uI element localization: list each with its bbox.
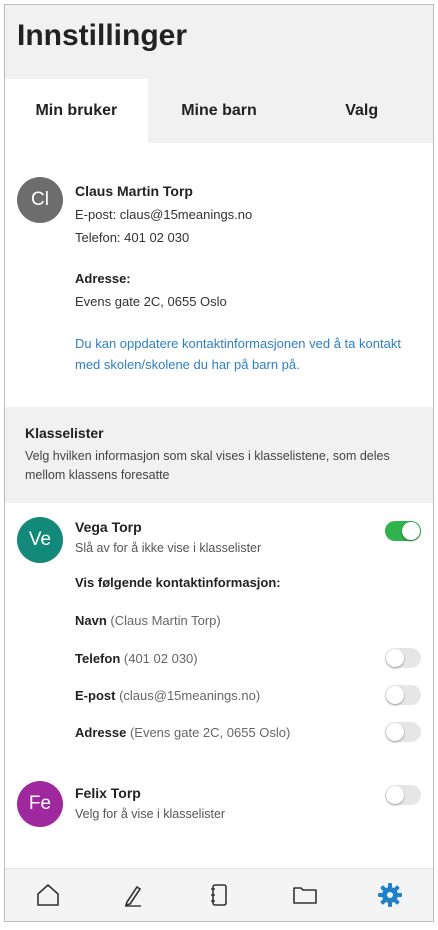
home-icon bbox=[36, 884, 59, 906]
child-subtitle: Velg for å vise i klasselister bbox=[75, 807, 226, 821]
adresse-toggle[interactable] bbox=[385, 722, 421, 742]
nav-settings[interactable] bbox=[370, 875, 410, 915]
klasselister-description: Velg hvilken informasjon som skal vises … bbox=[25, 449, 390, 482]
contact-info-title: Vis følgende kontaktinformasjon: bbox=[75, 575, 281, 590]
avatar: Ve bbox=[17, 517, 63, 563]
nav-home[interactable] bbox=[28, 875, 68, 915]
nav-notebook[interactable] bbox=[199, 875, 239, 915]
klasselister-title: Klasselister bbox=[25, 425, 104, 441]
tab-bar: Min bruker Mine barn Valg bbox=[5, 79, 433, 143]
klasselister-header: Klasselister Velg hvilken informasjon so… bbox=[5, 407, 433, 503]
field-label: Telefon bbox=[75, 651, 121, 666]
profile-name: Claus Martin Torp bbox=[75, 183, 193, 199]
tab-min-bruker[interactable]: Min bruker bbox=[5, 79, 148, 143]
nav-folder[interactable] bbox=[285, 875, 325, 915]
header: Innstillinger Min bruker Mine barn Valg bbox=[5, 5, 433, 143]
epost-toggle[interactable] bbox=[385, 685, 421, 705]
address-label: Adresse: bbox=[75, 271, 131, 286]
tab-mine-barn[interactable]: Mine barn bbox=[148, 79, 291, 143]
field-telefon: Telefon (401 02 030) bbox=[75, 651, 198, 666]
tab-valg[interactable]: Valg bbox=[290, 79, 433, 143]
child-name: Felix Torp bbox=[75, 785, 141, 801]
profile-section: Cl Claus Martin Torp E-post: claus@15mea… bbox=[5, 143, 433, 407]
field-value: (Claus Martin Torp) bbox=[110, 613, 221, 628]
toggle-knob bbox=[386, 723, 404, 741]
settings-screen: Innstillinger Min bruker Mine barn Valg … bbox=[4, 4, 434, 922]
child-subtitle: Slå av for å ikke vise i klasselister bbox=[75, 541, 262, 555]
visibility-toggle[interactable] bbox=[385, 785, 421, 805]
field-epost: E-post (claus@15meanings.no) bbox=[75, 688, 260, 703]
update-contact-info-link[interactable]: Du kan oppdatere kontaktinformasjonen ve… bbox=[75, 333, 415, 375]
toggle-knob bbox=[386, 649, 404, 667]
notebook-icon bbox=[210, 884, 227, 906]
profile-phone: Telefon: 401 02 030 bbox=[75, 230, 190, 245]
avatar: Cl bbox=[17, 177, 63, 223]
field-adresse: Adresse (Evens gate 2C, 0655 Oslo) bbox=[75, 725, 290, 740]
field-value: (Evens gate 2C, 0655 Oslo) bbox=[129, 725, 291, 740]
field-label: Navn bbox=[75, 613, 107, 628]
nav-edit[interactable] bbox=[113, 875, 153, 915]
toggle-knob bbox=[386, 686, 404, 704]
child-name: Vega Torp bbox=[75, 519, 142, 535]
field-label: E-post bbox=[75, 688, 116, 703]
field-navn: Navn (Claus Martin Torp) bbox=[75, 613, 221, 628]
profile-email: E-post: claus@15meanings.no bbox=[75, 207, 253, 222]
bottom-nav bbox=[5, 868, 433, 921]
toggle-knob bbox=[386, 786, 404, 804]
toggle-knob bbox=[402, 522, 420, 540]
pencil-icon bbox=[125, 886, 142, 907]
child-row-felix: Fe Felix Torp Velg for å vise i klasseli… bbox=[5, 775, 433, 845]
visibility-toggle[interactable] bbox=[385, 521, 421, 541]
settings-gear-icon bbox=[378, 883, 403, 907]
page-title: Innstillinger bbox=[17, 19, 188, 52]
avatar: Fe bbox=[17, 781, 63, 827]
profile-address: Evens gate 2C, 0655 Oslo bbox=[75, 294, 227, 309]
folder-icon bbox=[292, 887, 317, 904]
field-value: (401 02 030) bbox=[123, 651, 198, 666]
field-value: (claus@15meanings.no) bbox=[119, 688, 261, 703]
child-row-vega: Ve Vega Torp Slå av for å ikke vise i kl… bbox=[5, 503, 433, 775]
field-label: Adresse bbox=[75, 725, 127, 740]
telefon-toggle[interactable] bbox=[385, 648, 421, 668]
